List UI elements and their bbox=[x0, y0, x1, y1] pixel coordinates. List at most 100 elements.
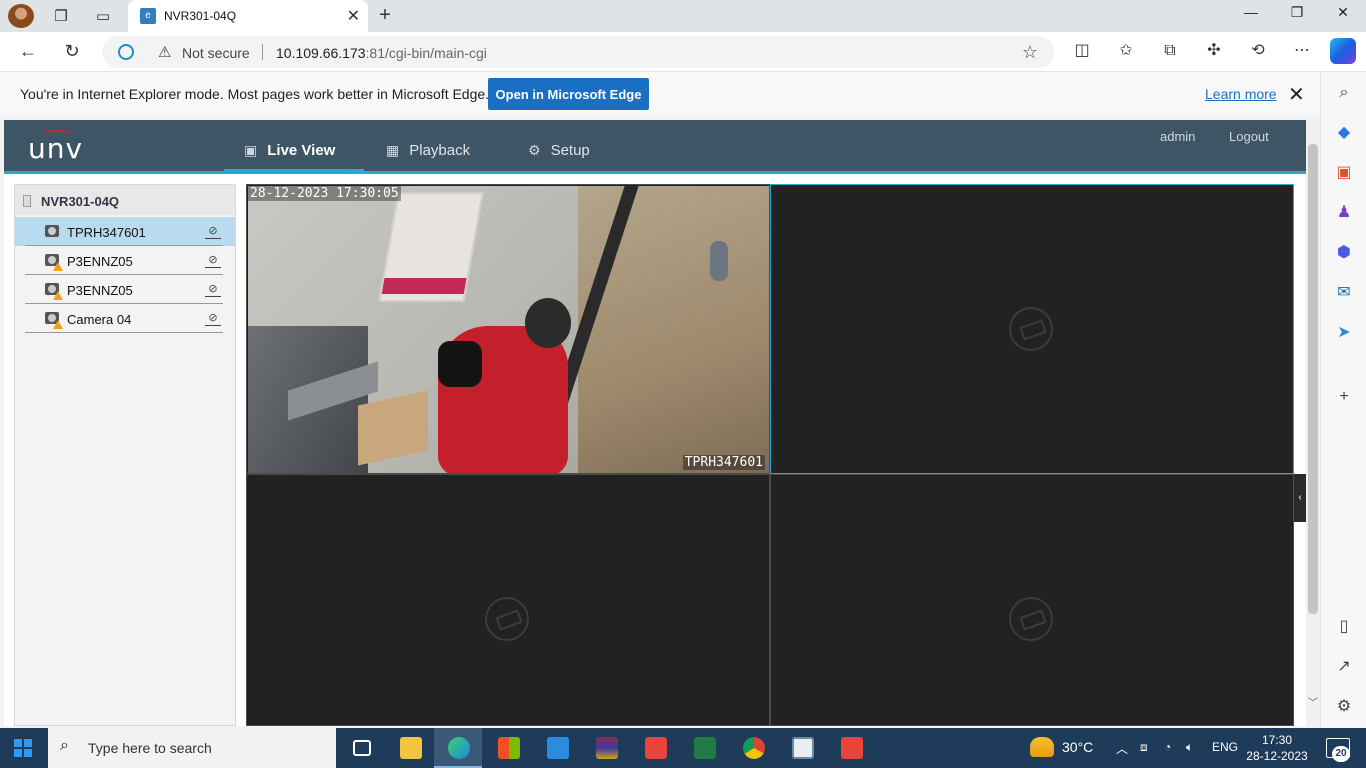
collections-toolbar-icon[interactable]: ⧉ bbox=[1156, 40, 1184, 64]
show-hidden-icons-icon[interactable]: ︿ bbox=[1116, 740, 1128, 757]
record-icon[interactable]: ⊘ bbox=[205, 283, 221, 297]
chrome-icon[interactable] bbox=[729, 728, 777, 768]
close-banner-icon[interactable]: ✕ bbox=[1288, 82, 1305, 107]
search-icon[interactable]: ⌕ bbox=[1333, 82, 1355, 104]
split-screen-icon[interactable]: ◫ bbox=[1068, 40, 1096, 64]
record-icon[interactable]: ⊘ bbox=[205, 312, 221, 326]
network-icon[interactable]: ⧈ bbox=[1140, 740, 1148, 755]
collections-icon[interactable]: ❐ bbox=[48, 4, 74, 28]
games-icon[interactable]: ♟ bbox=[1333, 202, 1355, 224]
restore-icon[interactable]: ❐ bbox=[1282, 4, 1312, 21]
tools-briefcase-icon[interactable]: ▣ bbox=[1333, 162, 1355, 184]
outlook-icon[interactable]: ✉ bbox=[1333, 282, 1355, 304]
close-tab-icon[interactable]: ✕ bbox=[347, 6, 360, 26]
new-tab-button[interactable]: + bbox=[372, 4, 398, 27]
add-icon[interactable]: + bbox=[1333, 386, 1355, 408]
minimize-icon[interactable]: — bbox=[1236, 4, 1266, 20]
clock-date: 28-12-2023 bbox=[1246, 749, 1308, 763]
task-view-icon[interactable] bbox=[338, 728, 386, 768]
more-options-icon[interactable]: ⋯ bbox=[1288, 40, 1316, 64]
nvr-header: unv ▣ Live View ▦ Playback ⚙ Setup admin… bbox=[4, 120, 1306, 174]
profile-avatar[interactable] bbox=[8, 4, 34, 28]
video-window-1[interactable]: 28-12-2023 17:30:05 TPRH347601 bbox=[246, 184, 770, 474]
video-window-3[interactable] bbox=[246, 474, 770, 726]
camera-row[interactable]: TPRH347601 ⊘ bbox=[15, 217, 235, 246]
mail-icon[interactable] bbox=[533, 728, 581, 768]
language-indicator[interactable]: ENG bbox=[1212, 740, 1238, 754]
tab-actions-icon[interactable]: ▭ bbox=[90, 4, 116, 28]
send-icon[interactable]: ➤ bbox=[1333, 322, 1355, 344]
browser-tab-bar: ❐ ▭ e NVR301-04Q ✕ + — ❐ ✕ bbox=[0, 0, 1366, 32]
extensions-icon[interactable]: ✣ bbox=[1200, 40, 1228, 64]
ie-mode-tab-icon: e bbox=[140, 8, 156, 24]
weather-sun-icon[interactable] bbox=[1030, 737, 1054, 757]
back-icon[interactable]: ← bbox=[14, 40, 42, 64]
record-icon[interactable]: ⊘ bbox=[205, 225, 221, 239]
shopping-tag-icon[interactable]: ◆ bbox=[1333, 122, 1355, 144]
scrollbar-thumb[interactable] bbox=[1308, 144, 1318, 614]
wifi-icon[interactable]: ◔ bbox=[1164, 740, 1171, 754]
device-node[interactable]: NVR301-04Q bbox=[15, 185, 235, 215]
camera-name: P3ENNZ05 bbox=[67, 283, 133, 298]
taskbar-search[interactable]: ⌕ Type here to search bbox=[48, 728, 336, 768]
ie-reload-icon[interactable]: ⟲ bbox=[1244, 40, 1272, 64]
excel-icon[interactable] bbox=[680, 728, 728, 768]
warning-icon[interactable]: ⚠ bbox=[158, 43, 171, 61]
camera-row[interactable]: P3ENNZ05 ⊘ bbox=[15, 246, 235, 275]
microsoft-365-icon[interactable]: ⬢ bbox=[1333, 242, 1355, 264]
ie-mode-icon[interactable] bbox=[118, 44, 134, 60]
sidebar-toggle-icon[interactable]: ▯ bbox=[1333, 616, 1355, 638]
browser-tab[interactable]: e NVR301-04Q ✕ bbox=[128, 0, 368, 32]
start-windows-icon[interactable] bbox=[14, 739, 32, 757]
tab-title: NVR301-04Q bbox=[164, 9, 237, 23]
favorite-star-icon[interactable]: ☆ bbox=[1022, 42, 1038, 63]
live-video-feed[interactable]: 28-12-2023 17:30:05 TPRH347601 bbox=[248, 186, 769, 473]
volume-icon[interactable]: 🔈︎ bbox=[1186, 740, 1193, 755]
logout-link[interactable]: Logout bbox=[1229, 129, 1269, 144]
temperature[interactable]: 30°C bbox=[1062, 739, 1093, 755]
anydesk-2-icon[interactable] bbox=[827, 728, 875, 768]
nav-setup[interactable]: ⚙ Setup bbox=[528, 142, 590, 159]
copilot-icon[interactable] bbox=[1330, 38, 1356, 64]
username-label[interactable]: admin bbox=[1160, 129, 1195, 144]
address-bar[interactable]: ⚠ Not secure 10.109.66.173:81/cgi-bin/ma… bbox=[102, 36, 1054, 68]
learn-more-link[interactable]: Learn more bbox=[1205, 86, 1277, 102]
app-window-icon[interactable] bbox=[778, 728, 826, 768]
open-external-icon[interactable]: ↗ bbox=[1333, 656, 1355, 678]
address-bar-row: ← ↻ ⚠ Not secure 10.109.66.173:81/cgi-bi… bbox=[0, 32, 1366, 72]
open-in-edge-button[interactable]: Open in Microsoft Edge bbox=[488, 78, 649, 110]
nav-live-view[interactable]: ▣ Live View bbox=[244, 142, 335, 159]
video-window-4[interactable] bbox=[770, 474, 1294, 726]
system-clock[interactable]: 17:30 28-12-2023 bbox=[1244, 732, 1310, 764]
camera-row[interactable]: Camera 04 ⊘ bbox=[15, 304, 235, 333]
nav-live-view-label: Live View bbox=[267, 142, 336, 159]
film-icon: ▦ bbox=[386, 142, 400, 158]
search-magnifier-icon: ⌕ bbox=[60, 737, 69, 754]
chrome-glyph bbox=[743, 737, 765, 759]
nav-setup-label: Setup bbox=[550, 142, 590, 159]
warning-badge-icon bbox=[53, 320, 63, 329]
close-window-icon[interactable]: ✕ bbox=[1328, 4, 1358, 21]
winrar-icon[interactable] bbox=[582, 728, 630, 768]
refresh-icon[interactable]: ↻ bbox=[58, 40, 86, 64]
anydesk-icon[interactable] bbox=[631, 728, 679, 768]
collapse-panel-toggle[interactable]: ‹ bbox=[1294, 474, 1306, 522]
clock-time: 17:30 bbox=[1261, 733, 1293, 747]
scroll-down-icon[interactable]: ﹀ bbox=[1306, 694, 1320, 709]
settings-gear-icon[interactable]: ⚙ bbox=[1333, 696, 1355, 718]
favorites-icon[interactable]: ✩ bbox=[1112, 40, 1140, 64]
page-scrollbar[interactable]: ︿ ﹀ bbox=[1306, 120, 1320, 726]
record-icon[interactable]: ⊘ bbox=[205, 254, 221, 268]
url-text[interactable]: 10.109.66.173:81/cgi-bin/main-cgi bbox=[276, 45, 487, 61]
store-icon[interactable] bbox=[484, 728, 532, 768]
device-tree: NVR301-04Q TPRH347601 ⊘ P3ENNZ05 ⊘ P3ENN… bbox=[14, 184, 236, 726]
camera-row[interactable]: P3ENNZ05 ⊘ bbox=[15, 275, 235, 304]
not-secure-label[interactable]: Not secure bbox=[182, 45, 250, 61]
edge-taskbar-icon[interactable] bbox=[434, 728, 482, 768]
no-video-camera-icon bbox=[485, 597, 529, 641]
video-window-2[interactable] bbox=[770, 184, 1294, 474]
nav-playback[interactable]: ▦ Playback bbox=[386, 142, 470, 159]
windows-taskbar: ⌕ Type here to search 30°C ︿ ⧈ ◔ 🔈︎ ENG … bbox=[0, 728, 1366, 768]
file-explorer-icon[interactable] bbox=[386, 728, 434, 768]
row-divider bbox=[25, 332, 223, 333]
